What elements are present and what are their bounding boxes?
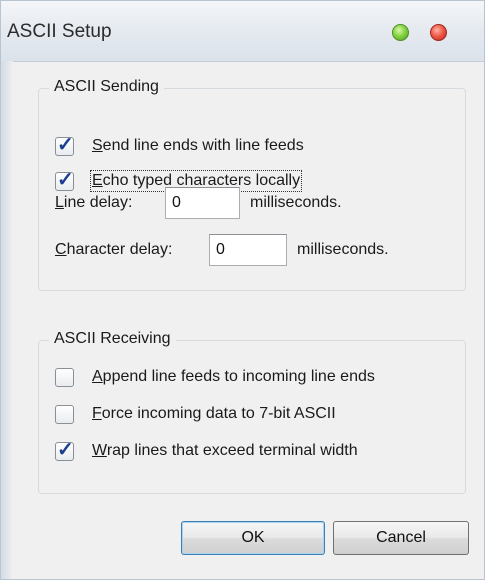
line-delay-input[interactable] xyxy=(165,187,240,219)
window-title: ASCII Setup xyxy=(7,21,112,42)
send-line-ends-label: Send line ends with line feeds xyxy=(92,137,304,154)
title-bar[interactable]: ASCII Setup xyxy=(1,1,484,62)
force-7bit-checkbox[interactable] xyxy=(55,404,74,424)
ascii-setup-dialog: ASCII Setup ASCII Sending ✓ Send line en… xyxy=(0,0,485,580)
maximize-button[interactable] xyxy=(392,24,409,41)
wrap-lines-checkbox[interactable]: ✓ xyxy=(55,438,74,461)
wrap-lines-option[interactable]: ✓ Wrap lines that exceed terminal width xyxy=(55,439,358,463)
force-7bit-label: Force incoming data to 7-bit ASCII xyxy=(92,405,336,422)
force-7bit-option[interactable]: Force incoming data to 7-bit ASCII xyxy=(55,402,336,426)
line-delay-unit: milliseconds. xyxy=(250,194,342,211)
character-delay-row: Character delay: milliseconds. xyxy=(55,234,389,266)
character-delay-label: Character delay: xyxy=(55,241,173,258)
append-line-feeds-checkbox[interactable] xyxy=(55,367,74,387)
character-delay-input[interactable] xyxy=(209,234,287,266)
ascii-receiving-legend: ASCII Receiving xyxy=(49,330,176,348)
append-line-feeds-label: Append line feeds to incoming line ends xyxy=(92,368,375,385)
ok-button[interactable]: OK xyxy=(181,521,325,555)
checkmark-icon: ✓ xyxy=(57,438,74,461)
character-delay-unit: milliseconds. xyxy=(297,241,389,258)
wrap-lines-label: Wrap lines that exceed terminal width xyxy=(92,442,358,459)
line-delay-label: Line delay: xyxy=(55,194,133,211)
send-line-ends-checkbox[interactable]: ✓ xyxy=(55,133,74,156)
close-button[interactable] xyxy=(430,24,447,41)
line-delay-row: Line delay: milliseconds. xyxy=(55,187,342,219)
checkmark-icon: ✓ xyxy=(57,133,74,156)
append-line-feeds-option[interactable]: Append line feeds to incoming line ends xyxy=(55,365,375,389)
ascii-sending-legend: ASCII Sending xyxy=(49,78,164,96)
send-line-ends-option[interactable]: ✓ Send line ends with line feeds xyxy=(55,134,304,158)
window-edge xyxy=(1,61,13,579)
cancel-button[interactable]: Cancel xyxy=(333,521,469,555)
